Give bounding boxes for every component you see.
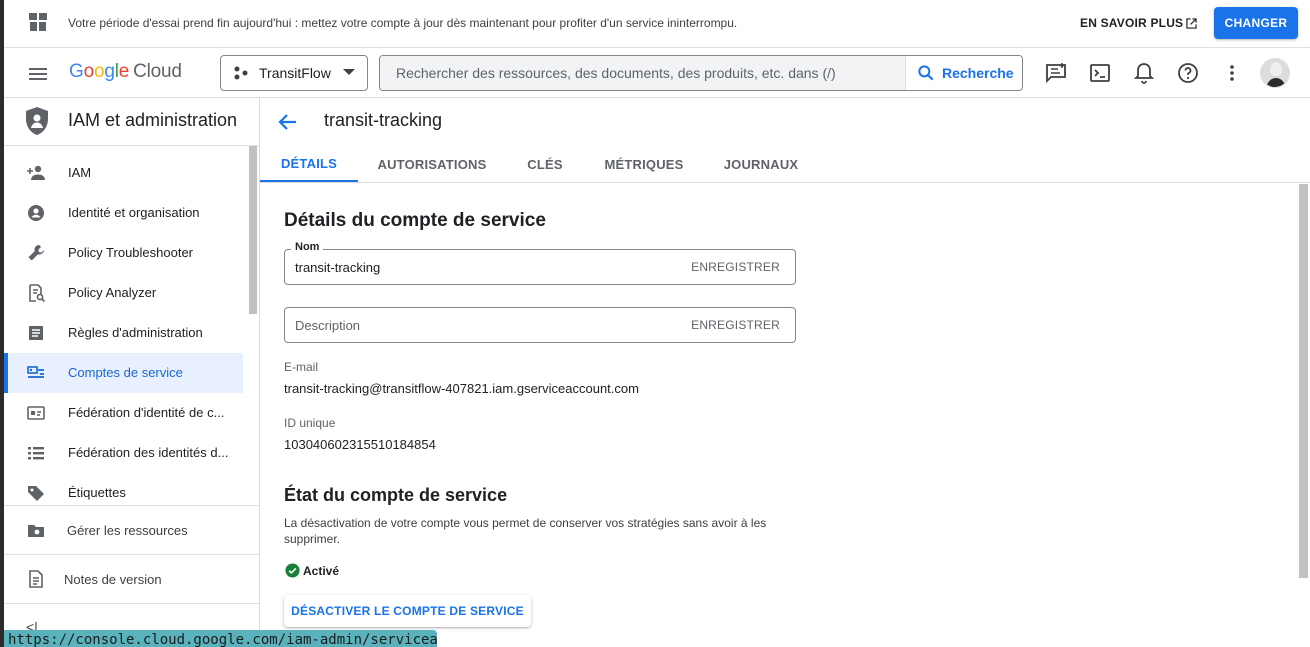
manage-resources-label: Gérer les ressources: [67, 523, 188, 538]
save-name-button[interactable]: ENREGISTRER: [691, 260, 780, 274]
description-input[interactable]: [286, 309, 676, 341]
search-input[interactable]: [380, 56, 905, 90]
sidebar-item-label: IAM: [68, 165, 92, 180]
tab-permissions[interactable]: AUTORISATIONS: [370, 146, 494, 182]
sidebar-item-workforce-federation[interactable]: Fédération d'identité de c...: [4, 393, 243, 433]
open-in-new-icon: [1186, 17, 1197, 29]
tab-keys[interactable]: CLÉS: [520, 146, 570, 182]
release-notes-label: Notes de version: [64, 572, 162, 587]
shield-icon: [26, 107, 48, 135]
project-dots-icon: [234, 66, 248, 80]
sidebar: IAM et administration IAM Identité et or…: [4, 98, 260, 647]
learn-more-label: EN SAVOIR PLUS: [1080, 16, 1184, 30]
sidebar-item-label: Comptes de service: [68, 365, 183, 380]
sidebar-title: IAM et administration: [68, 110, 238, 130]
list-icon: [28, 447, 44, 460]
dropdown-caret-icon: [343, 69, 355, 75]
sidebar-item-policy-troubleshooter[interactable]: Policy Troubleshooter: [4, 233, 243, 273]
more-vert-icon[interactable]: [1220, 61, 1244, 85]
name-field: Nom ENREGISTRER: [284, 241, 796, 285]
sidebar-item-service-accounts[interactable]: Comptes de service: [4, 353, 243, 393]
unique-id-value: 103040602315510184854: [284, 437, 436, 452]
sidebar-item-iam[interactable]: IAM: [4, 153, 243, 193]
list-doc-icon: [29, 326, 43, 340]
sidebar-item-label: Policy Troubleshooter: [68, 245, 194, 260]
check-circle-icon: [285, 563, 300, 578]
description-field: ENREGISTRER: [284, 307, 796, 343]
email-label: E-mail: [284, 360, 319, 374]
name-input[interactable]: [286, 251, 676, 283]
disable-service-account-button[interactable]: DÉSACTIVER LE COMPTE DE SERVICE: [284, 595, 531, 627]
person-add-icon: [27, 165, 45, 180]
help-icon[interactable]: [1176, 61, 1200, 85]
avatar-image: [1261, 59, 1289, 87]
sidebar-item-identity-organization[interactable]: Identité et organisation: [4, 193, 243, 233]
sidebar-scroll-thumb[interactable]: [249, 146, 257, 314]
sidebar-item-label: Fédération d'identité de c...: [68, 405, 225, 420]
sidebar-item-policy-analyzer[interactable]: Policy Analyzer: [4, 273, 243, 313]
sidebar-header: IAM et administration: [4, 98, 259, 146]
menu-icon[interactable]: [26, 62, 50, 86]
sidebar-item-label: Identité et organisation: [68, 205, 200, 220]
tab-metrics[interactable]: MÉTRIQUES: [598, 146, 690, 182]
sidebar-item-workload-federation[interactable]: Fédération des identités d...: [4, 433, 243, 473]
top-header: Google Cloud TransitFlow Recherche: [4, 48, 1310, 98]
upgrade-button[interactable]: CHANGER: [1214, 7, 1298, 39]
manage-resources-icon: [28, 525, 44, 537]
status-text: Activé: [303, 563, 340, 578]
search-icon: [918, 65, 934, 81]
status-badge: Activé: [285, 563, 339, 578]
content-scrollbar[interactable]: [1299, 184, 1308, 578]
tab-logs[interactable]: JOURNAUX: [718, 146, 804, 182]
sidebar-item-label: Règles d'administration: [68, 325, 203, 340]
label-icon: [28, 486, 44, 501]
sidebar-divider: [4, 603, 259, 604]
release-notes-link[interactable]: Notes de version: [4, 555, 259, 603]
id-card-icon: [27, 406, 45, 420]
sidebar-item-label: Étiquettes: [68, 485, 126, 500]
sidebar-item-label: Policy Analyzer: [68, 285, 157, 300]
sidebar-item-label: Fédération des identités d...: [68, 445, 229, 460]
notifications-icon[interactable]: [1132, 61, 1156, 85]
user-avatar[interactable]: [1260, 58, 1290, 88]
google-cloud-logo[interactable]: Google Cloud: [69, 61, 182, 83]
release-notes-icon: [29, 570, 43, 588]
unique-id-label: ID unique: [284, 416, 336, 430]
state-section-title: État du compte de service: [284, 485, 508, 505]
gift-icon: [29, 13, 47, 31]
back-arrow-icon[interactable]: [276, 110, 300, 134]
sidebar-item-org-policies[interactable]: Règles d'administration: [4, 313, 243, 353]
details-section-title: Détails du compte de service: [284, 210, 546, 231]
policy-analyzer-icon: [29, 284, 46, 303]
manage-resources-link[interactable]: Gérer les ressources: [4, 506, 259, 554]
email-value: transit-tracking@transitflow-407821.iam.…: [284, 381, 639, 396]
wrench-icon: [28, 245, 44, 261]
trial-banner-text: Votre période d'essai prend fin aujourd'…: [68, 16, 738, 30]
page-header: transit-tracking: [260, 98, 1310, 146]
learn-more-link[interactable]: EN SAVOIR PLUS: [1080, 16, 1197, 30]
project-name: TransitFlow: [259, 65, 331, 81]
trial-banner: Votre période d'essai prend fin aujourd'…: [4, 0, 1310, 48]
search-button-label: Recherche: [942, 65, 1014, 81]
status-url-tooltip: https://console.cloud.google.com/iam-adm…: [4, 630, 437, 647]
feedback-icon[interactable]: [1044, 61, 1068, 85]
account-circle-icon: [28, 205, 44, 221]
search-button[interactable]: Recherche: [905, 56, 1022, 90]
tab-details[interactable]: DÉTAILS: [260, 146, 358, 182]
tab-bar: DÉTAILS AUTORISATIONS CLÉS MÉTRIQUES JOU…: [260, 146, 1310, 183]
page-title: transit-tracking: [324, 110, 443, 130]
cloud-shell-icon[interactable]: [1088, 61, 1112, 85]
service-account-icon: [27, 366, 44, 378]
save-description-button[interactable]: ENREGISTRER: [691, 318, 780, 332]
project-picker[interactable]: TransitFlow: [220, 55, 368, 91]
search-bar: Recherche: [379, 55, 1023, 91]
state-description: La désactivation de votre compte vous pe…: [284, 516, 767, 546]
